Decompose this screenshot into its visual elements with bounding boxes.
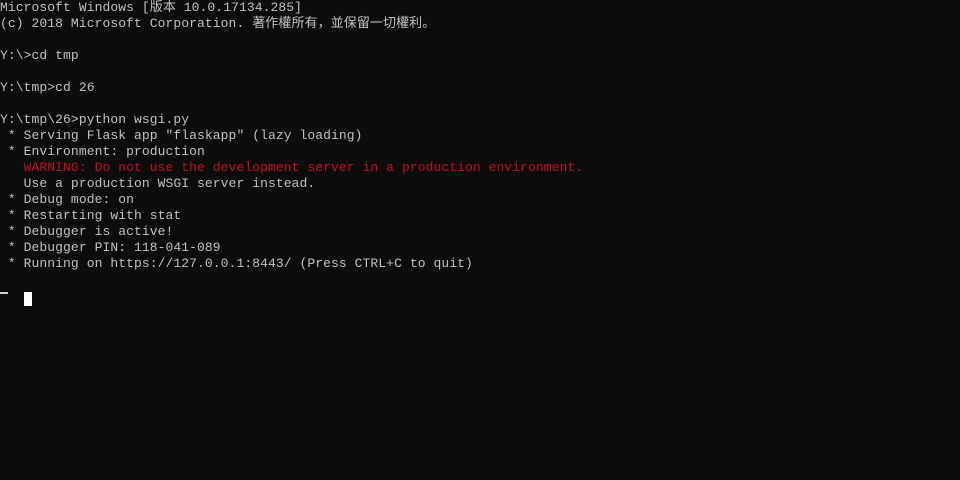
console-line: * Debugger PIN: 118-041-089 xyxy=(0,240,221,255)
console-line: (c) 2018 Microsoft Corporation. 著作權所有，並保… xyxy=(0,16,436,31)
console-line: * Environment: production xyxy=(0,144,205,159)
console-line: Y:\tmp\26>python wsgi.py xyxy=(0,112,190,127)
console-line: * Running on https://127.0.0.1:8443/ (Pr… xyxy=(0,256,473,271)
console-line: * Serving Flask app "flaskapp" (lazy loa… xyxy=(0,128,363,143)
console-line: * Restarting with stat xyxy=(0,208,182,223)
console-output: Microsoft Windows [版本 10.0.17134.285] (c… xyxy=(0,0,584,306)
console-line: Y:\tmp>cd 26 xyxy=(0,80,95,95)
console-line: Microsoft Windows [版本 10.0.17134.285] xyxy=(0,0,303,15)
console-line: * Debug mode: on xyxy=(0,192,134,207)
console-line: * Debugger is active! xyxy=(0,224,174,239)
stray-mark xyxy=(0,292,8,294)
console-line: Y:\>cd tmp xyxy=(0,48,79,63)
input-line[interactable] xyxy=(0,288,583,306)
console-window[interactable]: Microsoft Windows [版本 10.0.17134.285] (c… xyxy=(0,0,960,480)
warning-line: WARNING: Do not use the development serv… xyxy=(0,160,584,175)
text-cursor xyxy=(24,292,32,306)
console-line: Use a production WSGI server instead. xyxy=(0,176,316,191)
